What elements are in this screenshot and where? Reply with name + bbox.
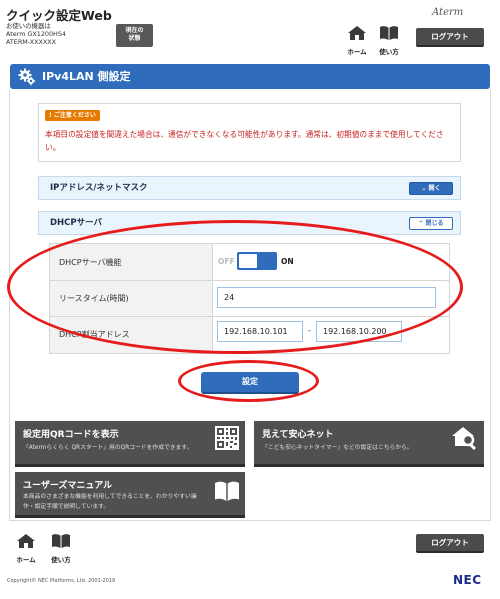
- card-desc-line2: 作・設定手順で説明しています。: [23, 504, 110, 510]
- toggle-off-label: OFF: [218, 257, 235, 266]
- gear-icon: [18, 68, 36, 86]
- users-manual-card[interactable]: ユーザーズマニュアル 本商品のさまざまな機能を利用してできることを、わかりやすい…: [15, 472, 245, 518]
- nec-logo: NEC: [453, 573, 482, 587]
- section-title: DHCPサーバ: [50, 218, 103, 228]
- book-icon: [52, 534, 70, 548]
- collapse-button[interactable]: ⌃ 閉じる: [409, 217, 453, 230]
- range-separator: -: [308, 326, 311, 335]
- notice-text: 本項目の設定値を間違えた場合は、通信ができなくなる可能性があります。通常は、初期…: [45, 130, 444, 152]
- chevron-up-icon: ⌃: [418, 220, 424, 227]
- card-title: 設定用QRコードを表示: [23, 430, 119, 440]
- page-title-bar: IPv4LAN 側設定: [10, 64, 490, 89]
- save-button[interactable]: 設定: [201, 372, 299, 394]
- footer-manual-link[interactable]: 使い方: [49, 533, 73, 564]
- toggle-knob[interactable]: [239, 254, 257, 268]
- card-title: ユーザーズマニュアル: [23, 481, 113, 491]
- device-id: ATERM-XXXXXX: [6, 38, 57, 46]
- card-desc: 「こども安心ネットタイマー」などの設定はこちらから。: [262, 445, 413, 451]
- status-button-line2: 状態: [128, 34, 141, 42]
- range-end-input[interactable]: 192.168.10.200: [316, 321, 402, 342]
- section-dhcp-server[interactable]: DHCPサーバ ⌃ 閉じる: [38, 211, 461, 235]
- section-ip-netmask[interactable]: IPアドレス/ネットマスク ⌄ 開く: [38, 176, 461, 200]
- copyright: Copyright© NEC Platforms, Ltd. 2001-2019: [7, 578, 116, 584]
- lease-time-input[interactable]: 24: [217, 287, 436, 308]
- current-status-button[interactable]: 現在の 状態: [116, 24, 153, 47]
- warning-icon: !: [49, 112, 52, 119]
- qr-code-icon: [215, 426, 239, 450]
- home-icon: [17, 534, 35, 548]
- dhcp-range-label: DHCP割当アドレス: [50, 317, 212, 353]
- device-label: お使いの機器は: [6, 22, 51, 30]
- toggle-on-label: ON: [281, 257, 294, 266]
- footer-home-link[interactable]: ホーム: [14, 533, 38, 564]
- notice-badge-label: ご注意ください: [53, 112, 96, 119]
- logout-button[interactable]: ログアウト: [416, 28, 484, 47]
- home-label: ホーム: [347, 48, 367, 56]
- book-icon: [380, 26, 398, 40]
- range-start-input[interactable]: 192.168.10.101: [217, 321, 303, 342]
- page-title: IPv4LAN 側設定: [42, 70, 131, 83]
- chevron-down-icon: ⌄: [421, 185, 427, 192]
- card-title: 見えて安心ネット: [262, 430, 334, 440]
- mieru-anshin-card[interactable]: 見えて安心ネット 「こども安心ネットタイマー」などの設定はこちらから。: [254, 421, 484, 467]
- expand-button[interactable]: ⌄ 開く: [409, 182, 453, 195]
- device-model: Aterm GX1200HS4: [6, 30, 66, 38]
- home-search-icon: [452, 427, 477, 450]
- expand-label: 開く: [428, 185, 441, 192]
- collapse-label: 閉じる: [425, 220, 444, 227]
- home-icon: [348, 26, 366, 40]
- footer-home-label: ホーム: [16, 556, 36, 564]
- qr-code-card[interactable]: 設定用QRコードを表示 「Atermらくらく QRスタート」用のQRコードを作成…: [15, 421, 245, 467]
- home-link[interactable]: ホーム: [345, 25, 369, 56]
- manual-label: 使い方: [379, 48, 399, 56]
- section-title: IPアドレス/ネットマスク: [50, 183, 148, 193]
- footer-logout-button[interactable]: ログアウト: [416, 534, 484, 553]
- card-desc: 「Atermらくらく QRスタート」用のQRコードを作成できます。: [23, 445, 193, 451]
- lease-time-label: リースタイム(時間): [50, 281, 212, 317]
- manual-link[interactable]: 使い方: [377, 25, 401, 56]
- brand-logo: Aterm: [432, 7, 464, 18]
- status-button-line1: 現在の: [125, 27, 144, 34]
- footer-manual-label: 使い方: [51, 556, 71, 564]
- notice-badge: ! ご注意ください: [45, 110, 100, 121]
- card-desc-line1: 本商品のさまざまな機能を利用してできることを、わかりやすい操: [23, 494, 197, 500]
- dhcp-server-label: DHCPサーバ機能: [50, 244, 212, 281]
- book-icon: [215, 481, 239, 501]
